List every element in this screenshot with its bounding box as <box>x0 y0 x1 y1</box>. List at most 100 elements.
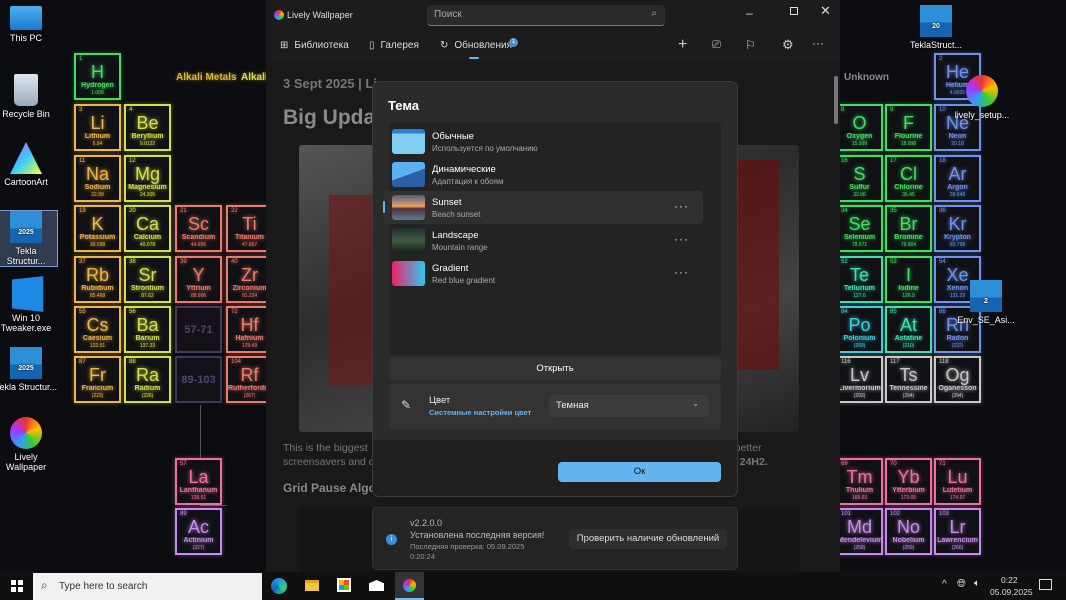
desktop-icon[interactable]: Lively Wallpaper <box>0 417 58 472</box>
theme-item-gradient[interactable]: Gradient Red blue gradient ··· <box>383 257 703 290</box>
theme-item-обычные[interactable]: Обычные Используется по умолчанию <box>383 125 703 158</box>
theme-more-options-button[interactable]: ··· <box>674 265 689 279</box>
desktop-icon[interactable]: Win 10 Tweaker.exe <box>0 276 58 333</box>
atomic-number: 40 <box>231 259 238 265</box>
check-updates-button[interactable]: Проверить наличие обновлений <box>569 529 727 549</box>
element-name: Beryllium <box>131 133 164 140</box>
atomic-number: 19 <box>79 208 86 214</box>
theme-item-динамические[interactable]: Динамические Адаптация к обоям <box>383 158 703 191</box>
element-symbol: Md <box>846 517 872 537</box>
element-symbol: Br <box>899 214 918 234</box>
computer-icon <box>10 6 42 30</box>
atomic-mass: 168.93 <box>851 495 868 501</box>
element-symbol: Hf <box>240 315 259 335</box>
minimize-button[interactable]: – <box>746 6 753 20</box>
theme-item-landscape[interactable]: Landscape Mountain range ··· <box>383 224 703 257</box>
atomic-number: 10 <box>939 107 946 113</box>
theme-more-options-button[interactable]: ··· <box>674 232 689 246</box>
clock-time[interactable]: 0:22 <box>1001 575 1018 585</box>
atomic-mass: 88.906 <box>190 293 207 299</box>
add-wallpaper-button[interactable]: + <box>678 36 687 54</box>
element-symbol: Mg <box>134 164 160 184</box>
taskbar-lively-button[interactable] <box>395 572 424 600</box>
element-symbol: Zr <box>241 265 258 285</box>
element-name: Lawrencium <box>937 537 978 544</box>
scrollbar-thumb[interactable] <box>834 76 838 124</box>
system-color-settings-link[interactable]: Системные настройки цвет <box>429 408 533 417</box>
tab-updates[interactable]: ↻ Обновления <box>440 40 512 51</box>
atomic-number: 117 <box>890 359 900 365</box>
search-input[interactable]: Поиск ⌕ <box>427 5 665 26</box>
action-center-button[interactable] <box>1039 579 1052 590</box>
desktop-icon[interactable]: 2025 Tekla Structur... <box>0 347 58 392</box>
network-icon[interactable]: 🌐︎ <box>957 578 966 591</box>
search-icon: ⌕ <box>41 578 48 592</box>
mail-icon[interactable] <box>369 580 384 591</box>
tab-library[interactable]: ⊞ Библиотека <box>280 40 349 51</box>
settings-gear-icon[interactable]: ⚙ <box>782 37 794 53</box>
atomic-number: 35 <box>890 208 897 214</box>
atomic-mass: (267) <box>243 393 256 399</box>
file-explorer-icon[interactable] <box>305 580 319 591</box>
volume-icon[interactable]: 🔈︎ <box>974 578 980 589</box>
element-symbol: Na <box>85 164 109 184</box>
color-mode-select[interactable]: Темная ⌄ <box>549 395 709 417</box>
desktop-icon[interactable]: 20 TeklaStruct... <box>904 5 968 50</box>
atomic-mass: 79.904 <box>900 242 917 248</box>
theme-title: Sunset <box>432 196 462 208</box>
atomic-mass: 173.05 <box>900 495 917 501</box>
desktop-icon[interactable]: CartoonArt <box>0 142 58 187</box>
flag-icon[interactable]: ⚐ <box>745 38 756 52</box>
theme-subtitle: Red blue gradient <box>432 275 496 285</box>
element-symbol: I <box>905 265 911 285</box>
clock-date[interactable]: 05.09.2025 <box>990 587 1033 597</box>
ok-button[interactable]: Ок <box>558 462 721 482</box>
theme-more-options-button[interactable]: ··· <box>674 199 689 213</box>
atomic-number: 88 <box>129 359 136 365</box>
nav-bar: ⊞ Библиотека ▯ Галерея ↻ Обновления 1 + ⎚ ⚐… <box>266 32 840 62</box>
edge-icon[interactable] <box>271 578 287 594</box>
desktop-icon[interactable]: 2 Env_SE_Asi... <box>954 280 1018 325</box>
element-symbol: Cs <box>86 315 109 335</box>
atomic-mass: 39.948 <box>949 192 966 198</box>
maximize-button[interactable] <box>790 7 798 15</box>
more-options-button[interactable]: ··· <box>812 36 824 50</box>
atomic-number: 57 <box>180 461 187 467</box>
desktop-icon[interactable]: lively_setup... <box>950 75 1014 120</box>
element-symbol: F <box>903 113 914 133</box>
theme-item-sunset[interactable]: Sunset Beach sunset ··· <box>383 191 703 224</box>
element-name: Oganesson <box>938 385 977 392</box>
desktop-icon[interactable]: Recycle Bin <box>0 74 58 119</box>
element-symbol: Yb <box>897 467 920 487</box>
desktop-icon-label: Tekla Structur... <box>0 382 58 392</box>
desktop-icon[interactable]: 2025 Tekla Structur... <box>0 210 58 267</box>
close-button[interactable]: ✕ <box>820 3 831 19</box>
element-name: Flourine <box>894 133 923 140</box>
element-symbol: Fr <box>89 365 106 385</box>
element-symbol: Ca <box>135 214 159 234</box>
element-astatine: 85 At Astatine (210) <box>885 306 932 353</box>
show-hidden-icons-button[interactable]: ^ <box>942 579 947 590</box>
atomic-number: 3 <box>79 107 83 113</box>
start-button[interactable] <box>11 580 23 592</box>
atomic-number: 11 <box>79 158 86 164</box>
element-strontium: 38 Sr Strontium 87.62 <box>124 256 171 303</box>
open-button[interactable]: Открыть <box>389 357 721 380</box>
dialog-title: Тема <box>388 98 420 113</box>
theme-dialog: Тема Открыть ✎ Цвет Системные настройки … <box>372 81 738 497</box>
atomic-number: 12 <box>129 158 136 164</box>
actinides-placeholder: 89-103 <box>175 356 222 403</box>
atomic-mass: 35.45 <box>902 192 915 198</box>
atomic-number: 8 <box>841 107 845 113</box>
display-icon[interactable]: ⎚ <box>712 39 721 52</box>
store-icon[interactable] <box>337 578 351 592</box>
desktop-icon-label: Tekla Structur... <box>6 246 46 266</box>
tab-gallery[interactable]: ▯ Галерея <box>369 40 419 51</box>
desktop-icon[interactable]: This PC <box>0 6 58 43</box>
taskbar-search-input[interactable]: ⌕ Type here to search <box>33 573 262 600</box>
element-name: Radium <box>134 385 161 392</box>
icon-badge: 2025 <box>18 365 34 372</box>
element-symbol: Ti <box>242 214 257 234</box>
element-name: Actinium <box>183 537 214 544</box>
element-chlorine: 17 Cl Chlorine 35.45 <box>885 155 932 202</box>
